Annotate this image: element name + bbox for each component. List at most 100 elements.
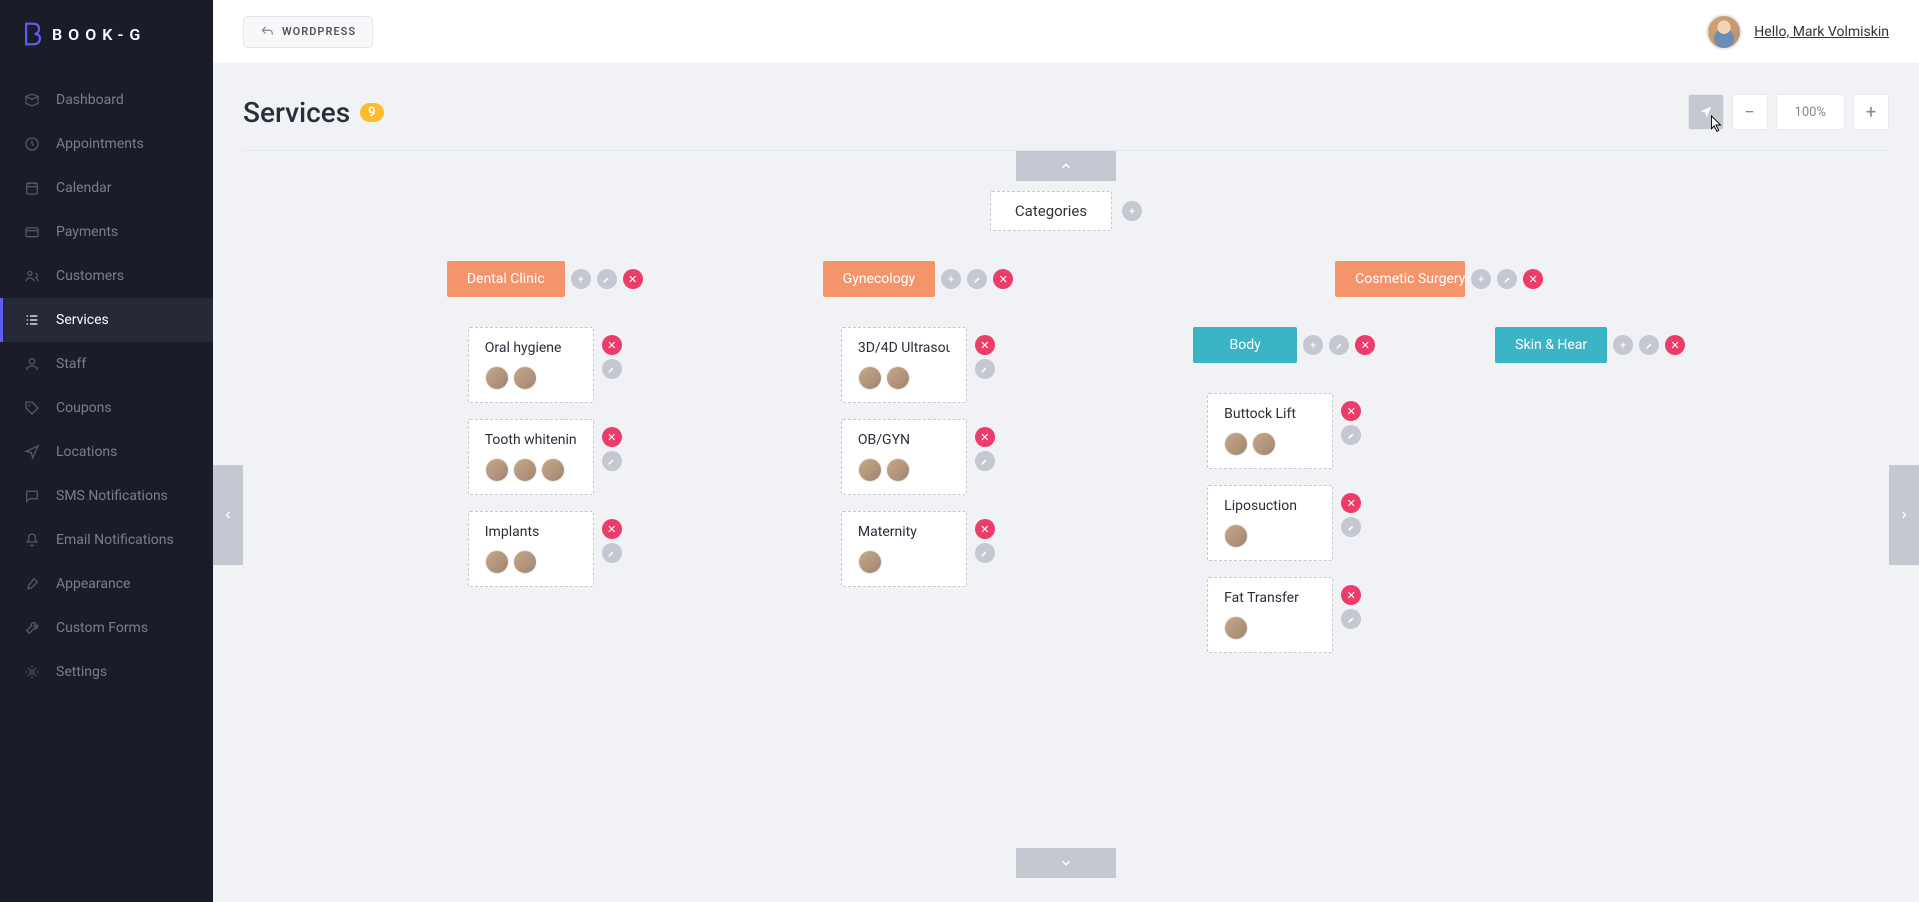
edit-button[interactable] bbox=[602, 543, 622, 563]
edit-button[interactable] bbox=[1497, 269, 1517, 289]
edit-button[interactable] bbox=[1341, 425, 1361, 445]
service-card[interactable]: Buttock Lift bbox=[1207, 393, 1333, 469]
navigate-button[interactable] bbox=[1688, 94, 1724, 130]
add-button[interactable]: + bbox=[571, 269, 591, 289]
sidebar-item-custom-forms[interactable]: Custom Forms bbox=[0, 606, 213, 650]
delete-button[interactable]: ✕ bbox=[1341, 401, 1361, 421]
service-item: Implants ✕ bbox=[468, 511, 622, 587]
page-header: Services 9 − 100% + bbox=[243, 94, 1889, 130]
delete-button[interactable]: ✕ bbox=[602, 335, 622, 355]
delete-button[interactable]: ✕ bbox=[1355, 335, 1375, 355]
staff-avatar bbox=[485, 550, 509, 574]
delete-button[interactable]: ✕ bbox=[993, 269, 1013, 289]
staff-avatar bbox=[1224, 616, 1248, 640]
sidebar-item-services[interactable]: Services bbox=[0, 298, 213, 342]
topbar: WORDPRESS Hello, Mark Volmiskin bbox=[213, 0, 1919, 64]
zoom-out-button[interactable]: − bbox=[1732, 94, 1768, 130]
edit-button[interactable] bbox=[1329, 335, 1349, 355]
edit-button[interactable] bbox=[602, 359, 622, 379]
root-add-button[interactable]: + bbox=[1122, 201, 1142, 221]
sidebar-item-staff[interactable]: Staff bbox=[0, 342, 213, 386]
bell-icon bbox=[24, 532, 40, 548]
sidebar-item-appearance[interactable]: Appearance bbox=[0, 562, 213, 606]
root-node[interactable]: Categories bbox=[990, 191, 1112, 231]
subcategory-box[interactable]: Body bbox=[1193, 327, 1297, 363]
category-box[interactable]: Dental Clinic bbox=[447, 261, 565, 297]
service-name: OB/GYN bbox=[858, 432, 950, 448]
service-card[interactable]: OB/GYN bbox=[841, 419, 967, 495]
edit-button[interactable] bbox=[1341, 517, 1361, 537]
page-title-text: Services bbox=[243, 96, 350, 129]
service-item: Buttock Lift ✕ bbox=[1207, 393, 1361, 469]
wordpress-button[interactable]: WORDPRESS bbox=[243, 16, 373, 48]
edit-button[interactable] bbox=[602, 451, 622, 471]
nav-label: Calendar bbox=[56, 180, 112, 196]
pan-right-handle[interactable] bbox=[1889, 465, 1919, 565]
delete-button[interactable]: ✕ bbox=[975, 427, 995, 447]
service-card[interactable]: Fat Transfer bbox=[1207, 577, 1333, 653]
wrench-icon bbox=[24, 620, 40, 636]
service-item: Oral hygiene ✕ bbox=[468, 327, 622, 403]
category-box[interactable]: Cosmetic Surgery bbox=[1335, 261, 1465, 297]
nav-label: Staff bbox=[56, 356, 86, 372]
user-area: Hello, Mark Volmiskin bbox=[1706, 14, 1889, 50]
sidebar-item-locations[interactable]: Locations bbox=[0, 430, 213, 474]
edit-button[interactable] bbox=[975, 451, 995, 471]
edit-button[interactable] bbox=[1341, 609, 1361, 629]
user-greeting[interactable]: Hello, Mark Volmiskin bbox=[1754, 24, 1889, 40]
add-button[interactable]: + bbox=[1471, 269, 1491, 289]
pan-left-handle[interactable] bbox=[213, 465, 243, 565]
delete-button[interactable]: ✕ bbox=[1665, 335, 1685, 355]
sidebar-item-appointments[interactable]: Appointments bbox=[0, 122, 213, 166]
service-card[interactable]: Liposuction bbox=[1207, 485, 1333, 561]
service-name: Oral hygiene bbox=[485, 340, 577, 356]
add-button[interactable]: + bbox=[1613, 335, 1633, 355]
chat-icon bbox=[24, 488, 40, 504]
add-button[interactable]: + bbox=[941, 269, 961, 289]
service-list: Oral hygiene ✕ Tooth whitening ✕ Implant… bbox=[468, 327, 622, 587]
service-card[interactable]: Tooth whitening bbox=[468, 419, 594, 495]
delete-button[interactable]: ✕ bbox=[1341, 493, 1361, 513]
sidebar-item-customers[interactable]: Customers bbox=[0, 254, 213, 298]
back-arrow-icon bbox=[260, 25, 274, 39]
edit-button[interactable] bbox=[1639, 335, 1659, 355]
service-card[interactable]: 3D/4D Ultrasound bbox=[841, 327, 967, 403]
delete-button[interactable]: ✕ bbox=[1341, 585, 1361, 605]
edit-button[interactable] bbox=[975, 543, 995, 563]
category-box[interactable]: Gynecology bbox=[823, 261, 936, 297]
delete-button[interactable]: ✕ bbox=[602, 427, 622, 447]
collapse-bottom-handle[interactable] bbox=[1016, 848, 1116, 878]
sidebar-item-calendar[interactable]: Calendar bbox=[0, 166, 213, 210]
edit-button[interactable] bbox=[975, 359, 995, 379]
sidebar-item-coupons[interactable]: Coupons bbox=[0, 386, 213, 430]
nav-label: Customers bbox=[56, 268, 124, 284]
sidebar-item-settings[interactable]: Settings bbox=[0, 650, 213, 694]
staff-row bbox=[858, 458, 950, 482]
sidebar-item-dashboard[interactable]: Dashboard bbox=[0, 78, 213, 122]
service-name: 3D/4D Ultrasound bbox=[858, 340, 950, 356]
sidebar-item-email-notifications[interactable]: Email Notifications bbox=[0, 518, 213, 562]
delete-button[interactable]: ✕ bbox=[623, 269, 643, 289]
sidebar-item-sms-notifications[interactable]: SMS Notifications bbox=[0, 474, 213, 518]
delete-button[interactable]: ✕ bbox=[602, 519, 622, 539]
add-button[interactable]: + bbox=[1303, 335, 1323, 355]
service-item: 3D/4D Ultrasound ✕ bbox=[841, 327, 995, 403]
subcategory-box[interactable]: Skin & Hear bbox=[1495, 327, 1607, 363]
edit-button[interactable] bbox=[597, 269, 617, 289]
delete-button[interactable]: ✕ bbox=[1523, 269, 1543, 289]
service-item: Maternity ✕ bbox=[841, 511, 995, 587]
delete-button[interactable]: ✕ bbox=[975, 335, 995, 355]
staff-row bbox=[1224, 616, 1316, 640]
user-avatar[interactable] bbox=[1706, 14, 1742, 50]
collapse-top-handle[interactable] bbox=[1016, 151, 1116, 181]
service-card[interactable]: Oral hygiene bbox=[468, 327, 594, 403]
service-card[interactable]: Maternity bbox=[841, 511, 967, 587]
zoom-in-button[interactable]: + bbox=[1853, 94, 1889, 130]
staff-avatar bbox=[886, 458, 910, 482]
delete-button[interactable]: ✕ bbox=[975, 519, 995, 539]
service-card[interactable]: Implants bbox=[468, 511, 594, 587]
subcategory-node: Body + ✕ bbox=[1193, 327, 1375, 363]
category-branch: Cosmetic Surgery + ✕ Body + ✕ Buttock Lift… bbox=[1193, 261, 1685, 653]
edit-button[interactable] bbox=[967, 269, 987, 289]
sidebar-item-payments[interactable]: Payments bbox=[0, 210, 213, 254]
